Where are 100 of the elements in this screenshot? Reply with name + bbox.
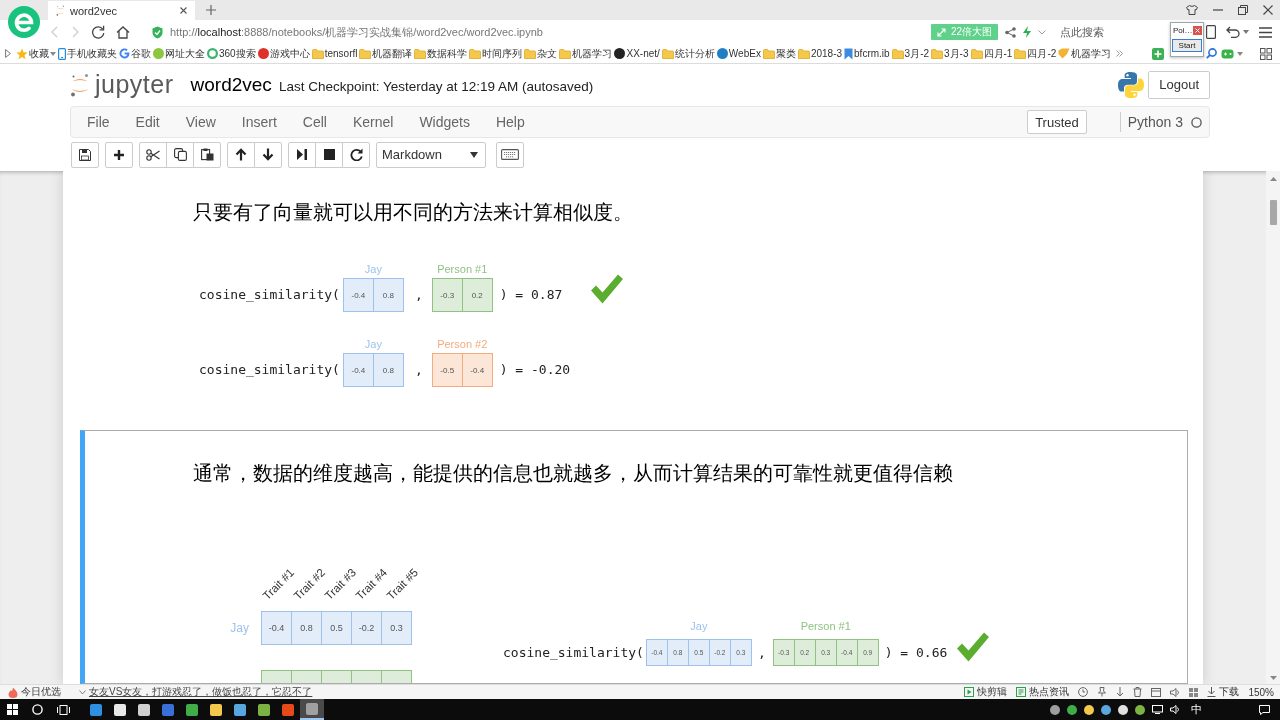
bookmark-link[interactable]: 2018-3 <box>797 48 843 59</box>
bookmark-link[interactable]: 谷歌 <box>119 46 151 61</box>
tray-icon[interactable] <box>1050 704 1060 715</box>
reload-icon[interactable] <box>91 25 105 39</box>
caret-icon[interactable] <box>1237 51 1243 56</box>
toolbar-button[interactable] <box>315 141 343 168</box>
caret-icon[interactable] <box>1243 30 1249 34</box>
status-link[interactable]: 热点资讯 <box>1016 685 1070 699</box>
arrow-down-icon[interactable] <box>1116 687 1125 697</box>
ime-indicator[interactable]: 中 <box>1191 702 1202 717</box>
menu-item[interactable]: Widgets <box>406 108 483 136</box>
close-icon[interactable] <box>180 7 187 14</box>
task-view-icon[interactable] <box>57 704 70 715</box>
windows-start-icon[interactable] <box>7 704 18 715</box>
toolbar-button[interactable] <box>105 141 133 168</box>
menu-item[interactable]: Cell <box>289 108 340 136</box>
toolbar-button[interactable] <box>193 141 221 168</box>
bookmark-link[interactable]: 网址大全 <box>153 46 205 61</box>
bookmark-link[interactable]: 四月-1 <box>970 46 1013 61</box>
shirt-icon[interactable] <box>1186 5 1198 15</box>
tablet-icon[interactable] <box>1206 25 1216 39</box>
add-icon[interactable] <box>1152 47 1164 60</box>
bookmark-link[interactable]: bfcrm.ib <box>844 47 890 60</box>
scrollbar-thumb[interactable] <box>1269 200 1277 225</box>
grid-icon[interactable] <box>1189 687 1199 697</box>
trash-icon[interactable] <box>1133 687 1143 697</box>
toolbar-button[interactable] <box>166 141 194 168</box>
address-field[interactable]: http://localhost:8888/notebooks/机器学习实战集锦/word2vec/word2vec.ipynb <box>152 22 925 42</box>
cell-type-select[interactable]: Markdown <box>376 141 486 168</box>
bookmark-link[interactable]: 机器翻译 <box>359 46 413 61</box>
close-icon[interactable] <box>1193 26 1202 35</box>
lightning-icon[interactable] <box>1023 26 1031 38</box>
toolbar-button[interactable] <box>496 141 524 168</box>
notebook-title[interactable]: word2vec <box>190 73 272 96</box>
sidebar-toggle-icon[interactable] <box>5 49 11 58</box>
network-icon[interactable] <box>1152 705 1163 714</box>
home-icon[interactable] <box>116 25 130 39</box>
new-tab-icon[interactable] <box>206 5 216 15</box>
tray-icon[interactable] <box>1135 704 1145 715</box>
grid-icon[interactable] <box>1260 47 1272 60</box>
menu-item[interactable]: File <box>74 108 123 136</box>
search-icon[interactable] <box>32 704 43 715</box>
status-link[interactable]: 150% <box>1248 686 1274 698</box>
bookmark-link[interactable]: 机器学习 <box>559 46 613 61</box>
toolbar-button[interactable] <box>288 141 316 168</box>
share-icon[interactable] <box>1005 26 1016 38</box>
menu-item[interactable]: Edit <box>122 108 173 136</box>
bookmark-link[interactable]: 聚类 <box>762 46 796 61</box>
bookmark-link[interactable]: 手机收藏夹 <box>58 46 117 61</box>
toolbar-button[interactable] <box>227 141 255 168</box>
bookmark-link[interactable]: 收藏 <box>16 46 56 61</box>
bookmark-link[interactable]: tensorfl <box>311 48 358 59</box>
menu-item[interactable]: Kernel <box>339 108 407 136</box>
bookmark-link[interactable]: 游戏中心 <box>257 46 310 61</box>
bookmark-link[interactable]: 机器学习 <box>1058 46 1112 61</box>
menu-item[interactable]: View <box>172 108 229 136</box>
trusted-button[interactable]: Trusted <box>1027 110 1087 134</box>
menu-icon[interactable] <box>1259 26 1272 38</box>
browser-tab[interactable]: word2vec <box>48 1 195 20</box>
bookmark-link[interactable]: WebEx <box>716 48 761 59</box>
scroll-down-icon[interactable] <box>1269 676 1277 680</box>
bookmark-link[interactable]: 数据科学 <box>414 46 468 61</box>
tray-icon[interactable] <box>1118 704 1128 715</box>
bookmark-link[interactable]: 360搜索 <box>207 46 256 61</box>
toolbar-button[interactable] <box>71 141 99 168</box>
bookmark-link[interactable]: 3月-2 <box>891 46 930 61</box>
toolbar-button[interactable] <box>139 141 167 168</box>
window-icon[interactable] <box>1151 687 1162 697</box>
menu-item[interactable]: Help <box>482 108 538 136</box>
scroll-up-icon[interactable] <box>1269 177 1277 181</box>
bookmark-link[interactable]: 时间序列 <box>469 46 523 61</box>
toolbar-button[interactable] <box>342 141 370 168</box>
status-link[interactable]: 下载 <box>1207 685 1240 699</box>
jupyter-logo[interactable]: jupyter <box>70 70 174 99</box>
notification-icon[interactable] <box>1259 704 1270 715</box>
tray-icon[interactable] <box>1084 704 1094 715</box>
more-icon[interactable] <box>1116 50 1124 57</box>
logout-button[interactable]: Logout <box>1148 70 1210 99</box>
markdown-cell[interactable]: 只要有了向量就可以用不同的方法来计算相似度。 cosine_similarity( Jay -0.4 0.8 , Person #1 -0.3 0.2 ) = 0.87 cosine_similarity( Jay -0.4 0.8 , Person #2 -0.5 -0.4 ) = -0.20 <box>80 171 1188 408</box>
headline-link[interactable]: 女友VS女友，打游戏忍了，做饭也忍了，它忍不了 <box>79 685 313 699</box>
toolbar-button[interactable] <box>254 141 282 168</box>
undo-icon[interactable] <box>1226 26 1240 38</box>
tray-icon[interactable] <box>1101 704 1111 715</box>
restore-icon[interactable] <box>1238 5 1248 15</box>
status-link[interactable]: 今日优选 <box>8 685 61 699</box>
bookmark-link[interactable]: XX-net/ <box>614 48 660 59</box>
clock-icon[interactable] <box>1078 687 1089 697</box>
speaker-icon[interactable] <box>1170 705 1180 714</box>
bookmark-link[interactable]: 统计分析 <box>661 46 715 61</box>
bookmark-link[interactable]: 杂文 <box>524 46 558 61</box>
pin-icon[interactable] <box>1097 687 1108 697</box>
tray-icon[interactable] <box>1067 704 1077 715</box>
bookmark-link[interactable]: 3月-3 <box>931 46 969 61</box>
bookmark-link[interactable]: 四月-2 <box>1014 46 1057 61</box>
status-link[interactable]: 快剪辑 <box>964 685 1008 699</box>
menu-item[interactable]: Insert <box>228 108 290 136</box>
close-icon[interactable] <box>1263 5 1273 15</box>
start-button[interactable]: Start <box>1172 39 1202 52</box>
kernel-name[interactable]: Python 3 <box>1127 114 1183 130</box>
chevron-down-icon[interactable] <box>1038 29 1046 35</box>
